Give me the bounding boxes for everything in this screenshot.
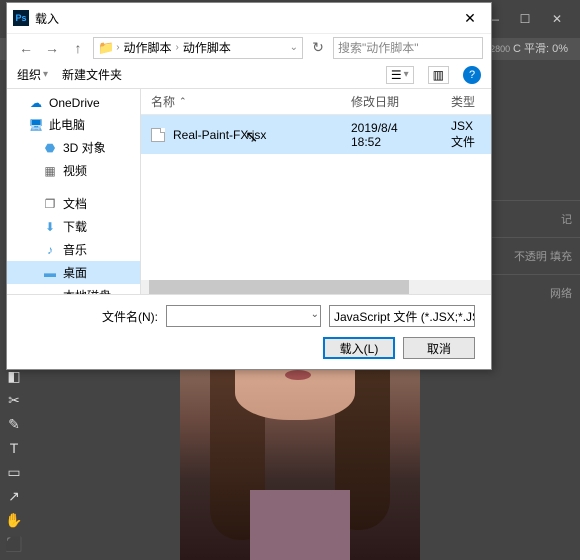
sidebar-icon: ▬: [43, 266, 57, 280]
panel-opacity: 不透明 填充: [480, 237, 580, 274]
column-name-header[interactable]: 名称 ⌃: [141, 93, 341, 110]
preview-icon: ▥: [433, 68, 444, 82]
ps-options-bar: C 平滑: 0%: [513, 40, 568, 56]
ruler-mark: 2800: [490, 44, 510, 54]
sidebar-item-label: 3D 对象: [63, 139, 106, 156]
navigation-sidebar: ☁ OneDrive 🖥 此电脑 ⬣ 3D 对象 ▦ 视频 ❐ 文档 ⬇ 下载 ♪ 音乐 ▬ 桌面 ⛁本地磁盘 …: [7, 89, 141, 294]
sidebar-item-label: 本地磁盘 (C:): [63, 287, 134, 294]
ps-tool-palette: ◧ ✂ ✎ T ▭ ↗ ✋ ⬛: [0, 360, 28, 560]
nav-up-button[interactable]: ↑: [67, 37, 89, 59]
sidebar-item-label: 桌面: [63, 264, 87, 281]
chevron-down-icon[interactable]: ⌄: [311, 309, 319, 320]
sidebar-item-本地磁盘 (C:)[interactable]: ⛁本地磁盘 (C:): [7, 284, 140, 294]
sidebar-item-音乐[interactable]: ♪ 音乐: [7, 238, 140, 261]
sidebar-item-label: 音乐: [63, 241, 87, 258]
horizontal-scrollbar[interactable]: [141, 280, 491, 294]
file-row[interactable]: Real-Paint-FX.jsx 2019/8/4 18:52JSX 文件: [141, 115, 491, 154]
sidebar-item-下载[interactable]: ⬇ 下载: [7, 215, 140, 238]
portrait-shirt: [250, 490, 350, 560]
nav-back-button[interactable]: ←: [15, 37, 37, 59]
sidebar-item-文档[interactable]: ❐ 文档: [7, 192, 140, 215]
sidebar-item-label: OneDrive: [49, 96, 100, 110]
breadcrumb-segment[interactable]: 动作脚本: [122, 39, 174, 56]
view-mode-button[interactable]: ☰ ▾: [386, 66, 414, 84]
line-tool-icon[interactable]: ↗: [0, 484, 28, 508]
sidebar-item-3D 对象[interactable]: ⬣ 3D 对象: [7, 136, 140, 159]
scrollbar-thumb[interactable]: [149, 280, 409, 294]
dialog-footer: 文件名(N): ⌄ JavaScript 文件 (*.JSX;*.JS;*.JS…: [7, 294, 491, 369]
file-name: Real-Paint-FX.jsx: [173, 128, 266, 142]
column-type-header[interactable]: 类型: [441, 93, 491, 110]
sidebar-icon: 🖥: [29, 118, 43, 132]
rectangle-tool-icon[interactable]: ▭: [0, 460, 28, 484]
cancel-button[interactable]: 取消: [403, 337, 475, 359]
organize-label: 组织: [17, 66, 41, 83]
panel-net: 网络: [480, 274, 580, 311]
lasso-tool-icon[interactable]: ✂: [0, 388, 28, 412]
folder-icon: 📁: [98, 40, 114, 56]
sort-caret-icon: ⌃: [179, 96, 187, 107]
column-headers: 名称 ⌃ 修改日期 类型: [141, 89, 491, 115]
sidebar-icon: ❐: [43, 197, 57, 211]
sidebar-icon: ⬇: [43, 220, 57, 234]
chevron-down-icon[interactable]: ⌄: [290, 42, 298, 53]
nav-refresh-button[interactable]: ↻: [307, 37, 329, 59]
new-folder-button[interactable]: 新建文件夹: [62, 66, 122, 83]
portrait-lips: [285, 370, 311, 380]
organize-button[interactable]: 组织 ▾: [17, 66, 48, 83]
sidebar-item-label: 此电脑: [49, 116, 85, 133]
search-placeholder: 搜索"动作脚本": [338, 39, 419, 56]
file-date: 2019/8/4 18:52: [341, 121, 441, 149]
open-button[interactable]: 载入(L): [323, 337, 395, 359]
sidebar-item-OneDrive[interactable]: ☁ OneDrive: [7, 93, 140, 113]
sidebar-item-桌面[interactable]: ▬ 桌面: [7, 261, 140, 284]
ps-side-panel: 记 不透明 填充 网络: [480, 200, 580, 400]
photoshop-icon: Ps: [13, 10, 29, 26]
sidebar-item-label: 下载: [63, 218, 87, 235]
color-swatch-icon[interactable]: ⬛: [0, 532, 28, 556]
type-tool-icon[interactable]: T: [0, 436, 28, 460]
sidebar-item-label: 视频: [63, 162, 87, 179]
sidebar-item-label: 文档: [63, 195, 87, 212]
ps-close-button[interactable]: ✕: [542, 7, 572, 31]
file-type: JSX 文件: [441, 119, 491, 150]
search-input[interactable]: 搜索"动作脚本": [333, 37, 483, 59]
nav-forward-button[interactable]: →: [41, 37, 63, 59]
chevron-down-icon: ▾: [404, 69, 409, 80]
dialog-close-button[interactable]: ✕: [455, 3, 485, 33]
dialog-title: 载入: [35, 10, 455, 27]
list-view-icon: ☰: [391, 68, 402, 82]
file-type-filter[interactable]: JavaScript 文件 (*.JSX;*.JS;*.JSXBIN) ⌄: [329, 305, 475, 327]
help-button[interactable]: ?: [463, 66, 481, 84]
column-date-header[interactable]: 修改日期: [341, 93, 441, 110]
sidebar-icon: ♪: [43, 243, 57, 257]
panel-tab[interactable]: 记: [480, 200, 580, 237]
sidebar-icon: ▦: [43, 164, 57, 178]
filename-label: 文件名(N):: [102, 308, 158, 325]
chevron-right-icon: ›: [116, 42, 119, 53]
dialog-toolbar: 组织 ▾ 新建文件夹 ☰ ▾ ▥ ?: [7, 61, 491, 89]
file-open-dialog: Ps 载入 ✕ ← → ↑ 📁 › 动作脚本 › 动作脚本 ⌄ ↻ 搜索"动作脚…: [6, 2, 492, 370]
ps-canvas-image: [180, 360, 420, 560]
sidebar-icon: ☁: [29, 96, 43, 110]
breadcrumb-segment[interactable]: 动作脚本: [181, 39, 233, 56]
sidebar-icon: ⬣: [43, 141, 57, 155]
filter-label: JavaScript 文件 (*.JSX;*.JS;*.JSXBIN): [334, 308, 475, 325]
chevron-right-icon: ›: [176, 42, 179, 53]
preview-pane-button[interactable]: ▥: [428, 66, 449, 84]
chevron-down-icon: ▾: [43, 69, 48, 80]
col-name-label: 名称: [151, 93, 175, 110]
file-list-area: 名称 ⌃ 修改日期 类型 Real-Paint-FX.jsx 2019/8/4 1…: [141, 89, 491, 294]
pen-tool-icon[interactable]: ✎: [0, 412, 28, 436]
sidebar-item-视频[interactable]: ▦ 视频: [7, 159, 140, 182]
sidebar-item-此电脑[interactable]: 🖥 此电脑: [7, 113, 140, 136]
dialog-nav-bar: ← → ↑ 📁 › 动作脚本 › 动作脚本 ⌄ ↻ 搜索"动作脚本": [7, 33, 491, 61]
hand-tool-icon[interactable]: ✋: [0, 508, 28, 532]
breadcrumb[interactable]: 📁 › 动作脚本 › 动作脚本 ⌄: [93, 37, 303, 59]
ps-maximize-button[interactable]: ☐: [510, 7, 540, 31]
filename-input[interactable]: [166, 305, 321, 327]
dialog-titlebar[interactable]: Ps 载入 ✕: [7, 3, 491, 33]
file-icon: [151, 128, 165, 142]
